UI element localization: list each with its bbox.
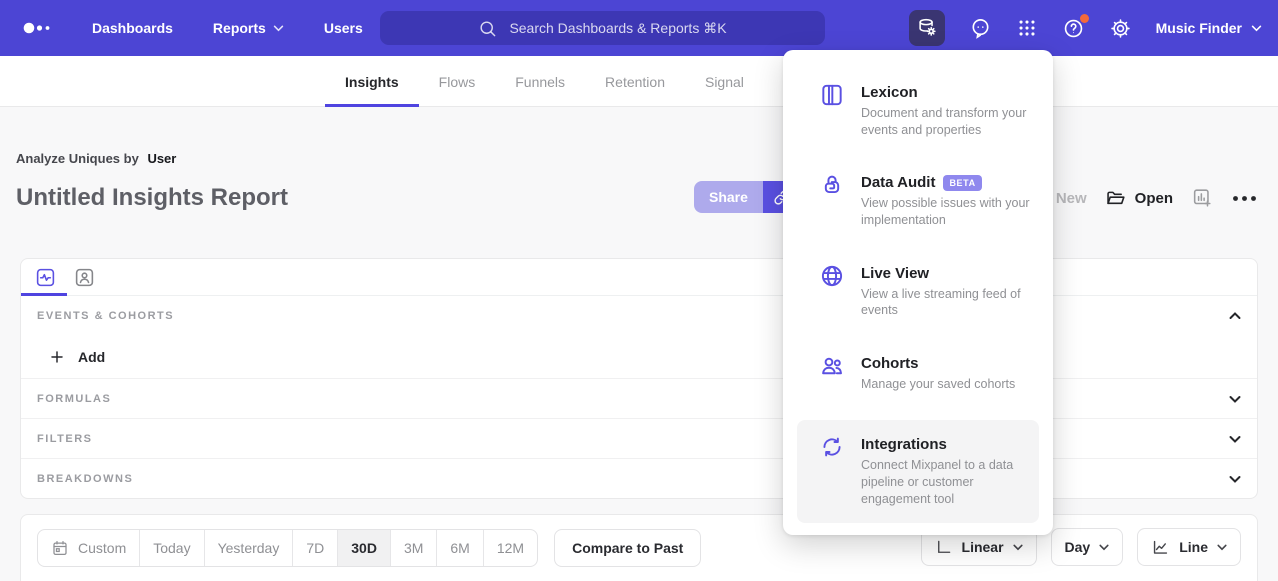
axes-icon (935, 538, 953, 556)
menu-item-description: Connect Mixpanel to a data pipeline or c… (861, 457, 1023, 507)
date-option-6m[interactable]: 6M (436, 530, 482, 566)
menu-item-description: View a live streaming feed of events (861, 286, 1037, 319)
nav-link-reports[interactable]: Reports (213, 20, 284, 36)
date-option-3m[interactable]: 3M (390, 530, 436, 566)
analyze-prefix: Analyze Uniques by (16, 151, 139, 166)
person-card-icon (74, 267, 95, 288)
chevron-down-icon (1217, 544, 1227, 551)
globe-icon (819, 263, 845, 289)
board-plus-icon (1191, 187, 1213, 209)
menu-item-integrations[interactable]: Integrations Connect Mixpanel to a data … (797, 420, 1039, 523)
menu-item-data-audit[interactable]: Data Audit BETA View possible issues wit… (783, 174, 1053, 228)
filters-section-header[interactable]: FILTERS (21, 418, 1257, 458)
database-gear-icon (916, 17, 938, 39)
grid-dots-icon (1016, 17, 1038, 39)
tab-insights[interactable]: Insights (325, 56, 419, 107)
date-option-7d[interactable]: 7D (292, 530, 337, 566)
date-option-12m[interactable]: 12M (483, 530, 537, 566)
report-tabs-bar: Insights Flows Funnels Retention Signal … (0, 56, 1278, 107)
new-report-button[interactable]: New (1056, 190, 1087, 207)
chevron-down-icon (1229, 395, 1241, 403)
pulse-chart-icon (35, 267, 56, 288)
menu-item-description: View possible issues with your implement… (861, 195, 1037, 228)
plus-icon (49, 349, 65, 365)
formulas-section-header[interactable]: FORMULAS (21, 378, 1257, 418)
folder-icon (1105, 188, 1126, 209)
events-cohorts-section-header[interactable]: EVENTS & COHORTS (21, 296, 1257, 336)
tab-funnels[interactable]: Funnels (495, 56, 585, 107)
interval-dropdown[interactable]: Day (1051, 528, 1124, 566)
active-tab-underline (21, 293, 67, 296)
tab-retention[interactable]: Retention (585, 56, 685, 107)
date-option-yesterday[interactable]: Yesterday (204, 530, 293, 566)
chat-bubble-icon (969, 17, 992, 40)
help-button[interactable] (1062, 17, 1085, 40)
date-option-today[interactable]: Today (139, 530, 203, 566)
add-event-button[interactable]: Add (21, 336, 1257, 378)
menu-item-live-view[interactable]: Live View View a live streaming feed of … (783, 265, 1053, 319)
cohorts-people-icon (819, 353, 845, 379)
search-icon (478, 19, 497, 38)
chevron-down-icon (1013, 544, 1023, 551)
page-title[interactable]: Untitled Insights Report (16, 184, 288, 212)
chevron-up-icon (1229, 312, 1241, 320)
report-header: Analyze Uniques by User Untitled Insight… (0, 107, 1278, 218)
menu-item-lexicon[interactable]: Lexicon Document and transform your even… (783, 84, 1053, 138)
notification-dot (1080, 14, 1089, 23)
search-input[interactable]: Search Dashboards & Reports ⌘K (380, 11, 825, 45)
menu-item-cohorts[interactable]: Cohorts Manage your saved cohorts (783, 355, 1053, 393)
section-label: FILTERS (37, 433, 93, 445)
user-profiles-tab[interactable] (74, 267, 95, 288)
analyze-row: Analyze Uniques by User (16, 151, 1258, 166)
feedback-button[interactable] (969, 17, 992, 40)
lexicon-book-icon (819, 82, 845, 108)
chevron-down-icon (1229, 475, 1241, 483)
data-management-button[interactable] (909, 10, 945, 46)
menu-item-description: Manage your saved cohorts (861, 376, 1037, 393)
section-label: FORMULAS (37, 393, 111, 405)
events-metrics-tab[interactable] (35, 267, 56, 288)
data-management-dropdown: Lexicon Document and transform your even… (783, 50, 1053, 535)
add-to-board-button[interactable] (1191, 187, 1213, 209)
share-button[interactable]: Share (694, 181, 763, 213)
beta-badge: BETA (943, 175, 981, 191)
section-label: BREAKDOWNS (37, 473, 133, 485)
more-dots-icon (1231, 194, 1258, 203)
chevron-down-icon (1251, 25, 1262, 32)
tab-flows[interactable]: Flows (419, 56, 496, 107)
chevron-down-icon (1229, 435, 1241, 443)
line-chart-icon (1151, 538, 1170, 557)
chevron-down-icon (1099, 544, 1109, 551)
chart-type-dropdown[interactable]: Line (1137, 528, 1241, 566)
chart-controls-panel: Custom Today Yesterday 7D 30D 3M 6M 12M … (20, 514, 1258, 581)
data-audit-lock-icon (819, 172, 845, 198)
apps-grid-button[interactable] (1016, 17, 1038, 39)
top-nav: Dashboards Reports Users Search Dashboar… (0, 0, 1278, 56)
more-options-button[interactable] (1231, 194, 1258, 203)
date-option-30d[interactable]: 30D (337, 530, 390, 566)
nav-link-dashboards[interactable]: Dashboards (92, 20, 173, 36)
integrations-sync-icon (819, 434, 845, 460)
menu-item-description: Document and transform your events and p… (861, 105, 1037, 138)
analyze-entity[interactable]: User (147, 151, 176, 166)
gear-icon (1109, 17, 1132, 40)
project-selector[interactable]: Music Finder (1156, 20, 1262, 36)
search-placeholder: Search Dashboards & Reports ⌘K (509, 20, 726, 37)
open-report-button[interactable]: Open (1105, 188, 1173, 209)
chevron-down-icon (273, 25, 284, 32)
section-label: EVENTS & COHORTS (37, 310, 174, 322)
settings-button[interactable] (1109, 17, 1132, 40)
date-range-segmented-control: Custom Today Yesterday 7D 30D 3M 6M 12M (37, 529, 538, 567)
nav-link-users[interactable]: Users (324, 20, 363, 36)
breakdowns-section-header[interactable]: BREAKDOWNS (21, 458, 1257, 498)
compare-to-past-button[interactable]: Compare to Past (554, 529, 701, 567)
mixpanel-logo-icon[interactable] (22, 20, 52, 36)
calendar-icon (51, 539, 69, 557)
query-builder-panel: EVENTS & COHORTS Add FORMULAS FILTERS BR… (20, 258, 1258, 499)
tab-signal[interactable]: Signal (685, 56, 764, 107)
date-option-custom[interactable]: Custom (38, 530, 139, 566)
